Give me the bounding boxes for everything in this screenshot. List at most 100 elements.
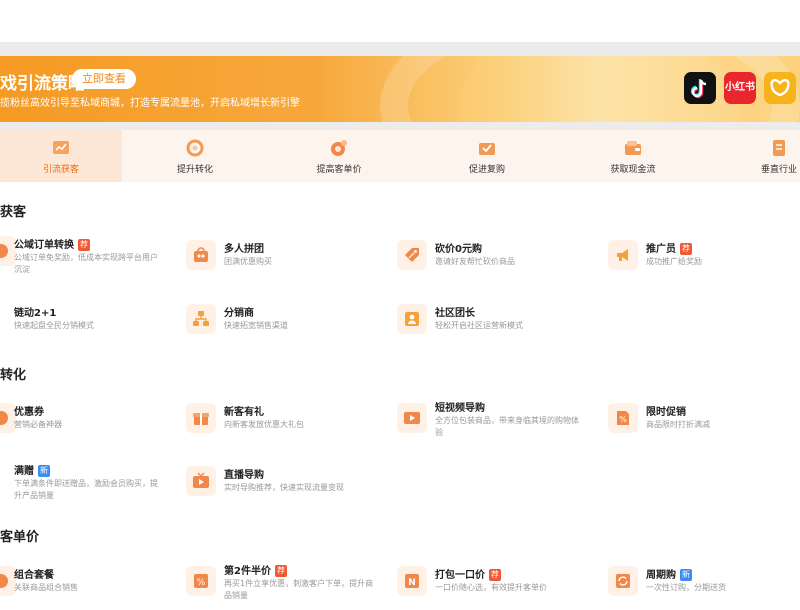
coin-icon [331,140,347,156]
feature-name-text: 推广员 [646,244,676,255]
document-icon [773,140,785,156]
feature-name: 链动2+1 [14,308,57,319]
feature-name: 第2件半价荐 [224,562,287,577]
feature-desc: 快速起盘全民分销模式 [14,321,94,330]
feature-name-text: 周期购 [646,570,676,581]
feature-desc: 关联商品组合销售 [14,583,78,592]
feature-desc: 营销必备神器 [14,420,62,429]
feature-desc: 实时导购推荐，快速实现流量变现 [224,483,344,492]
recommend-badge: 荐 [78,239,90,251]
section-title: 客单价 [0,530,40,545]
feature-item[interactable]: 多人拼团 团满优惠购买 [186,240,376,284]
tiktok-glyph [690,79,707,99]
divider [0,42,800,56]
banner-subtitle: 揽粉丝高效引导至私域商城，打造专属流量池，开启私域增长新引擎 [0,98,300,109]
tab-vertical-industry[interactable]: 垂直行业 [718,130,800,182]
feature-item[interactable]: 砍价0元购 邀请好友帮忙砍价商品 [397,240,587,284]
feature-desc: 一次性订购，分期送货 [646,583,726,592]
feature-desc: 再买1件立享优惠，刺激客户下单，提升商品销量 [224,579,374,600]
tab-order-value[interactable]: 提高客单价 [278,130,400,182]
community-leader-icon [397,304,427,334]
feature-item[interactable]: 满赠新 下单满条件即送赠品，激励会员购买，提升产品销量 [0,462,190,506]
feature-item[interactable]: 公域订单转换荐 公域订单免奖励，低成本实现跨平台用户沉淀 [0,236,190,280]
svg-text:%: % [619,415,627,424]
new-badge: 新 [680,569,692,581]
wallet-icon [625,141,641,155]
tab-label: 垂直行业 [760,165,797,175]
feature-item[interactable]: 链动2+1 快速起盘全民分销模式 [0,304,190,348]
subscription-icon [608,566,638,596]
tab-label: 提升转化 [176,165,213,175]
new-badge: 新 [38,465,50,477]
tab-traffic[interactable]: 引流获客 [0,130,122,182]
feature-item[interactable]: N 打包一口价荐 一口价随心选，有效提升客单价 [397,566,587,610]
feature-desc: 全方位包装商品，带来身临其境的购物体验 [435,416,579,437]
svg-text:N: N [408,578,416,588]
feature-name: 公域订单转换荐 [14,236,90,251]
recommend-badge: 荐 [489,569,501,581]
feature-name: 直播导购 [224,470,264,481]
feature-item[interactable]: % 限时促销 商品限时打折满减 [608,403,798,447]
feature-item[interactable]: 推广员荐 成功推广给奖励 [608,240,798,284]
feature-name: 满赠新 [14,462,50,477]
bundle-price-icon: N [397,566,427,596]
butterfly-glyph [770,79,790,97]
butterfly-icon[interactable] [764,72,796,104]
feature-item[interactable]: 组合套餐 关联商品组合销售 [0,566,190,610]
feature-desc: 邀请好友帮忙砍价商品 [435,257,515,266]
feature-name: 社区团长 [435,308,475,319]
recommend-badge: 荐 [274,565,287,577]
live-stream-icon [186,466,216,496]
view-now-button[interactable]: 立即查看 [72,69,136,89]
recommend-badge: 荐 [680,243,692,255]
feature-name: 周期购新 [646,566,692,581]
feature-desc: 成功推广给奖励 [646,257,702,266]
price-tag-icon [397,240,427,270]
feature-desc: 团满优惠购买 [224,257,272,266]
gift-icon [186,403,216,433]
feature-item[interactable]: 优惠券 营销必备神器 [0,403,190,447]
feature-item[interactable]: % 第2件半价荐 再买1件立享优惠，刺激客户下单，提升商品销量 [186,562,376,606]
megaphone-icon [608,240,638,270]
tab-conversion[interactable]: 提升转化 [134,130,256,182]
tab-label: 促进复购 [468,165,505,175]
feature-item[interactable]: 社区团长 轻松开启社区运营新模式 [397,304,587,348]
feature-name: 优惠券 [14,407,44,418]
top-bar [0,0,800,42]
feature-item[interactable]: 直播导购 实时导购推荐，快速实现流量变现 [186,466,376,510]
feature-name: 新客有礼 [224,407,264,418]
section-title: 转化 [0,368,27,383]
feature-item[interactable]: 短视频导购 全方位包装商品，带来身临其境的购物体验 [397,399,587,443]
feature-name: 组合套餐 [14,570,54,581]
feature-name-text: 公域订单转换 [14,240,74,251]
xiaohongshu-icon[interactable]: 小红书 [724,72,756,104]
svg-text:%: % [197,578,206,588]
divider [0,122,800,130]
tiktok-icon[interactable] [684,72,716,104]
tab-label: 引流获客 [42,165,79,175]
feature-item[interactable]: 周期购新 一次性订购，分期送货 [608,566,798,610]
tab-cash-flow[interactable]: 获取现金流 [572,130,694,182]
feature-name: 短视频导购 [435,403,485,414]
tab-repurchase[interactable]: 促进复购 [426,130,548,182]
feature-desc: 向新客发放优惠大礼包 [224,420,304,429]
promo-banner[interactable]: 戏引流策略 立即查看 揽粉丝高效引导至私域商城，打造专属流量池，开启私域增长新引… [0,56,800,122]
feature-item[interactable]: 分销商 快速拓宽销售渠道 [186,304,376,348]
feature-desc: 下单满条件即送赠品，激励会员购买，提升产品销量 [14,479,158,500]
chart-icon [53,141,69,154]
feature-desc: 公域订单免奖励，低成本实现跨平台用户沉淀 [14,253,158,274]
ring-icon [186,139,204,157]
distribution-icon [186,304,216,334]
feature-item[interactable]: 新客有礼 向新客发放优惠大礼包 [186,403,376,447]
feature-name-text: 打包一口价 [435,570,485,581]
section-title: 获客 [0,205,27,220]
feature-name: 打包一口价荐 [435,566,501,581]
video-icon [397,403,427,433]
feature-desc: 商品限时打折满减 [646,420,710,429]
feature-name: 限时促销 [646,407,686,418]
discount-icon: % [608,403,638,433]
group-buy-icon [186,240,216,270]
half-price-icon: % [186,566,216,596]
feature-name: 砍价0元购 [435,244,482,255]
tab-label: 提高客单价 [316,165,362,175]
